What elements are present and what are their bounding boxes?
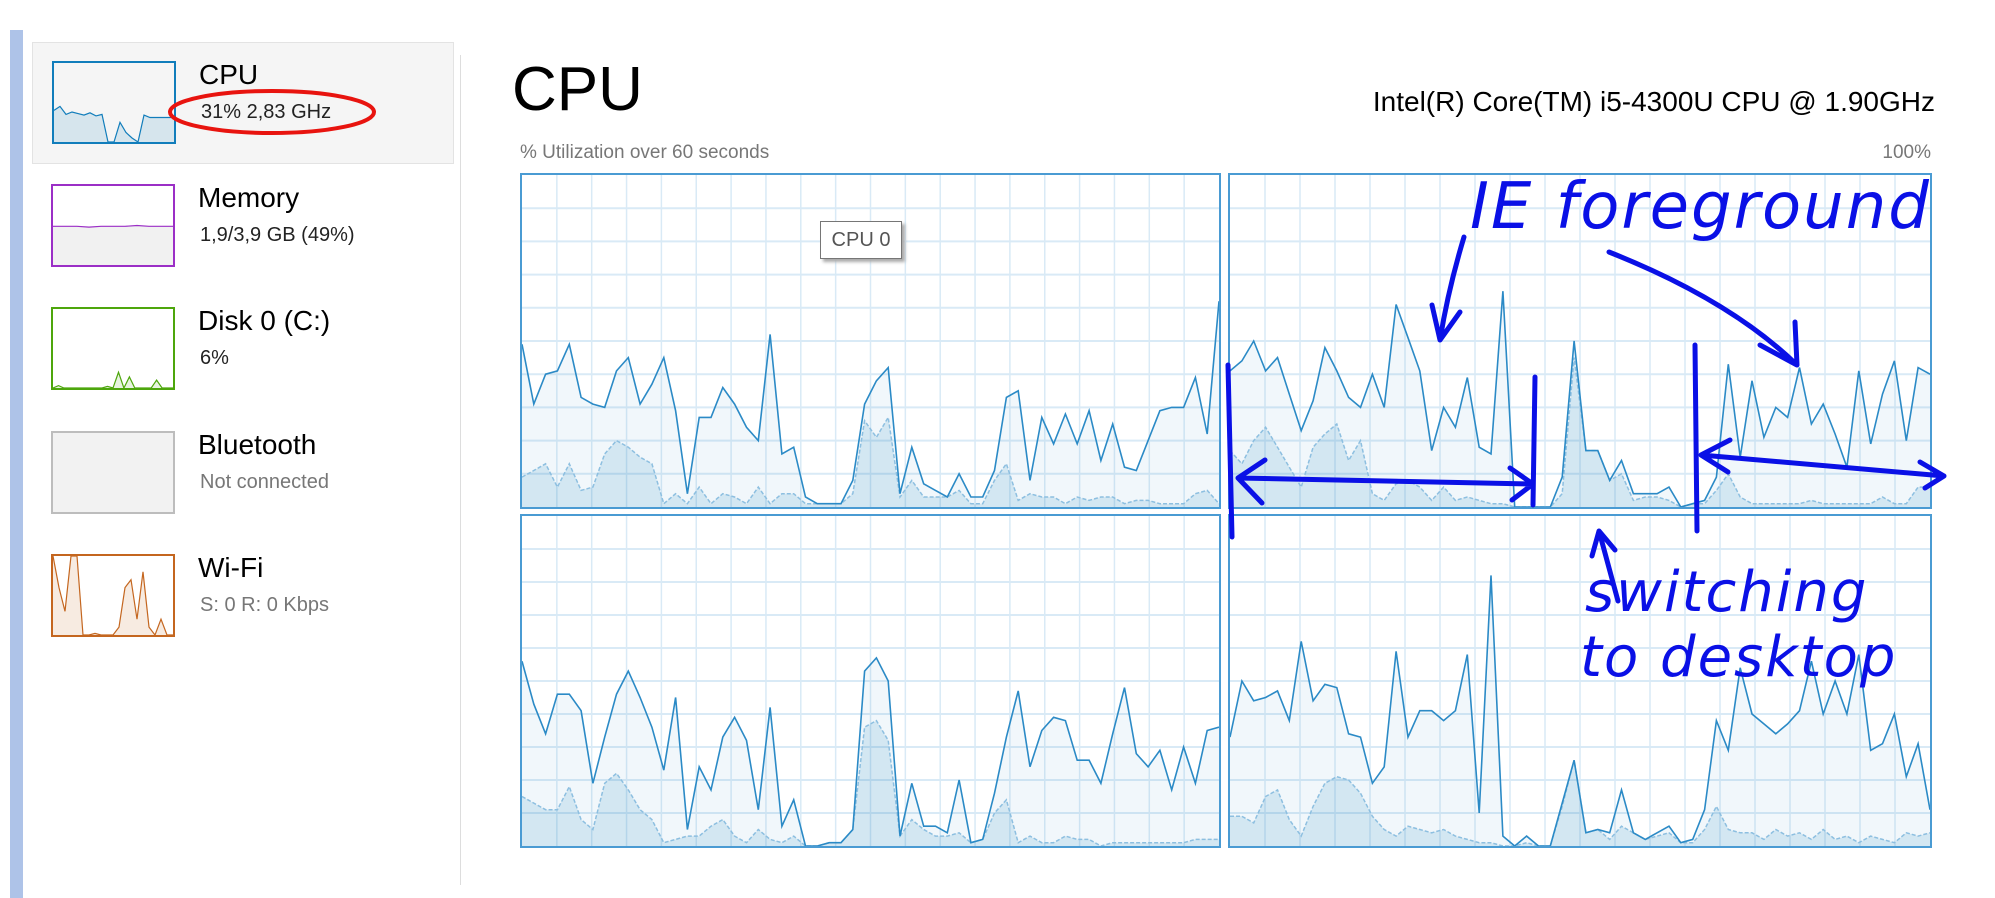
cpu-2-graph[interactable]: [520, 514, 1221, 848]
sparkline-line: [53, 224, 173, 228]
sidebar-item-wifi[interactable]: Wi-Fi S: 0 R: 0 Kbps: [32, 536, 454, 658]
memory-sparkline: [53, 224, 173, 265]
sidebar-item-subtitle: S: 0 R: 0 Kbps: [200, 594, 329, 616]
window-left-edge: [10, 30, 23, 898]
sidebar-divider[interactable]: [460, 55, 461, 885]
disk-thumbnail-graph: [51, 307, 175, 390]
sparkline-area: [53, 556, 173, 635]
bluetooth-thumbnail-graph: [51, 431, 175, 514]
cpu-tooltip: CPU 0: [820, 221, 902, 259]
sparkline-area: [53, 372, 173, 388]
sidebar-item-subtitle: 6%: [200, 347, 229, 369]
sidebar-item-memory[interactable]: Memory 1,9/3,9 GB (49%): [32, 166, 454, 288]
annotation-to-desktop: to desktop: [1580, 625, 1898, 690]
sidebar-item-title: CPU: [199, 59, 259, 90]
sidebar-item-title: Memory: [198, 182, 300, 213]
cpu-sparkline: [54, 105, 174, 142]
annotation-ie-foreground: IE foreground: [1470, 170, 1931, 244]
sidebar-item-bluetooth[interactable]: Bluetooth Not connected: [32, 413, 454, 535]
graph-label: % Utilization over 60 seconds: [520, 142, 770, 163]
sidebar-item-title: Bluetooth: [198, 429, 317, 460]
cpu-thumbnail-graph: [52, 61, 176, 144]
sidebar-item-subtitle: 31% 2,83 GHz: [201, 101, 332, 123]
sidebar-item-title: Disk 0 (C:): [198, 305, 331, 336]
sidebar-item-title: Wi-Fi: [198, 552, 264, 583]
memory-thumbnail-graph: [51, 184, 175, 267]
sidebar-item-disk[interactable]: Disk 0 (C:) 6%: [32, 289, 454, 411]
graph-max-label: 100%: [1882, 142, 1931, 163]
wifi-thumbnail-graph: [51, 554, 175, 637]
annotation-switching: switching: [1585, 560, 1869, 625]
sidebar-item-cpu[interactable]: CPU 31% 2,83 GHz: [32, 42, 454, 164]
sidebar-item-subtitle: Not connected: [200, 471, 329, 493]
page-title: CPU: [512, 55, 643, 124]
sidebar-item-subtitle: 1,9/3,9 GB (49%): [200, 224, 355, 246]
sparkline-area: [53, 225, 173, 265]
wifi-sparkline: [53, 556, 173, 635]
cpu-2-chart: [522, 516, 1219, 846]
disk-sparkline: [53, 370, 173, 388]
processor-name: Intel(R) Core(TM) i5-4300U CPU @ 1.90GHz: [1372, 86, 1935, 117]
